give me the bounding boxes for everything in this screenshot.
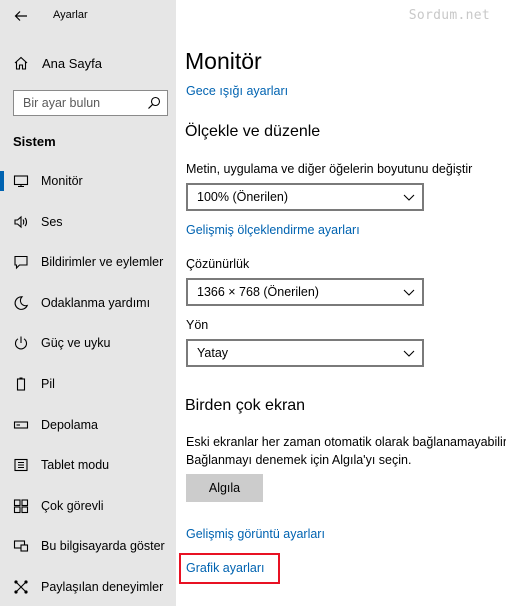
sidebar-item-storage[interactable]: Depolama — [0, 405, 176, 446]
share-icon — [14, 580, 28, 594]
sidebar-item-shared-experiences[interactable]: Paylaşılan deneyimler — [0, 567, 176, 606]
tablet-icon — [14, 459, 28, 472]
sidebar-item-label: Paylaşılan deneyimler — [41, 579, 164, 594]
night-light-link[interactable]: Gece ışığı ayarları — [186, 84, 288, 98]
search-placeholder: Bir ayar bulun — [23, 96, 101, 110]
advanced-display-link[interactable]: Gelişmiş görüntü ayarları — [186, 527, 325, 541]
scale-dropdown[interactable]: 100% (Önerilen) — [186, 183, 424, 211]
speaker-icon — [14, 215, 28, 228]
title-bar: Ayarlar — [0, 0, 176, 32]
page-title: Monitör — [185, 48, 262, 74]
home-icon — [14, 56, 28, 70]
sidebar-item-label: Pil — [41, 376, 55, 391]
orientation-value: Yatay — [197, 346, 229, 360]
chevron-down-icon — [403, 289, 415, 296]
sidebar-item-power[interactable]: Güç ve uyku — [0, 323, 176, 364]
multi-display-description-2: Bağlanmayı denemek için Algıla'yı seçin. — [186, 453, 412, 467]
sidebar-item-label: Monitör — [41, 174, 83, 188]
sidebar-item-focus-assist[interactable]: Odaklanma yardımı — [0, 283, 176, 324]
sidebar-home[interactable]: Ana Sayfa — [0, 48, 176, 78]
storage-icon — [13, 421, 29, 429]
sidebar-item-label: Depolama — [41, 417, 98, 432]
sidebar-item-label: Tablet modu — [41, 458, 110, 473]
graphics-settings-link[interactable]: Grafik ayarları — [186, 561, 265, 575]
advanced-scaling-link[interactable]: Gelişmiş ölçeklendirme ayarları — [186, 223, 360, 237]
moon-icon — [14, 296, 29, 310]
sidebar-item-sound[interactable]: Ses — [0, 202, 176, 243]
scale-value: 100% (Önerilen) — [197, 190, 289, 204]
resolution-dropdown[interactable]: 1366 × 768 (Önerilen) — [186, 278, 424, 306]
app-title: Ayarlar — [53, 9, 88, 21]
resolution-label: Çözünürlük — [186, 257, 250, 271]
sidebar-item-label: Çok görevli — [41, 498, 104, 513]
power-icon — [14, 336, 28, 350]
sidebar-nav: Monitör Ses Bildirimler ve eylemler Odak… — [0, 161, 176, 606]
sidebar-item-battery[interactable]: Pil — [0, 364, 176, 405]
monitor-icon — [13, 175, 29, 188]
sidebar-item-notifications[interactable]: Bildirimler ve eylemler — [0, 242, 176, 283]
scale-heading: Ölçekle ve düzenle — [185, 123, 321, 140]
battery-icon — [16, 377, 26, 391]
sidebar-item-label: Güç ve uyku — [41, 336, 111, 351]
sidebar-item-multitasking[interactable]: Çok görevli — [0, 486, 176, 527]
search-input[interactable]: Bir ayar bulun — [13, 90, 168, 116]
orientation-label: Yön — [186, 318, 209, 332]
sidebar-item-label: Ses — [41, 214, 63, 229]
project-icon — [13, 540, 29, 552]
back-arrow-icon — [14, 11, 27, 21]
sidebar-item-monitor[interactable]: Monitör — [0, 161, 176, 202]
sidebar-home-label: Ana Sayfa — [42, 56, 102, 71]
sidebar-item-label: Bildirimler ve eylemler — [41, 255, 164, 270]
search-icon — [148, 96, 161, 109]
main-content: Sordum.net Monitör Gece ışığı ayarları Ö… — [176, 0, 506, 606]
notification-icon — [14, 256, 28, 270]
sidebar: Ayarlar Ana Sayfa Bir ayar bulun Sistem … — [0, 0, 176, 606]
section-label: Sistem — [13, 134, 56, 149]
chevron-down-icon — [403, 194, 415, 201]
resolution-value: 1366 × 768 (Önerilen) — [197, 285, 319, 299]
sidebar-item-label: Odaklanma yardımı — [41, 295, 151, 310]
scale-label: Metin, uygulama ve diğer öğelerin boyutu… — [186, 162, 473, 176]
detect-button[interactable]: Algıla — [186, 474, 263, 502]
multi-display-heading: Birden çok ekran — [185, 397, 306, 414]
multi-display-description: Eski ekranlar her zaman otomatik olarak … — [186, 435, 506, 449]
sidebar-item-tablet-mode[interactable]: Tablet modu — [0, 445, 176, 486]
back-button[interactable] — [10, 6, 32, 26]
orientation-dropdown[interactable]: Yatay — [186, 339, 424, 367]
sidebar-item-projecting[interactable]: Bu bilgisayarda göster — [0, 526, 176, 567]
multitask-icon — [13, 499, 29, 513]
chevron-down-icon — [403, 350, 415, 357]
sidebar-item-label: Bu bilgisayarda göster — [41, 539, 165, 554]
watermark: Sordum.net — [408, 8, 490, 23]
